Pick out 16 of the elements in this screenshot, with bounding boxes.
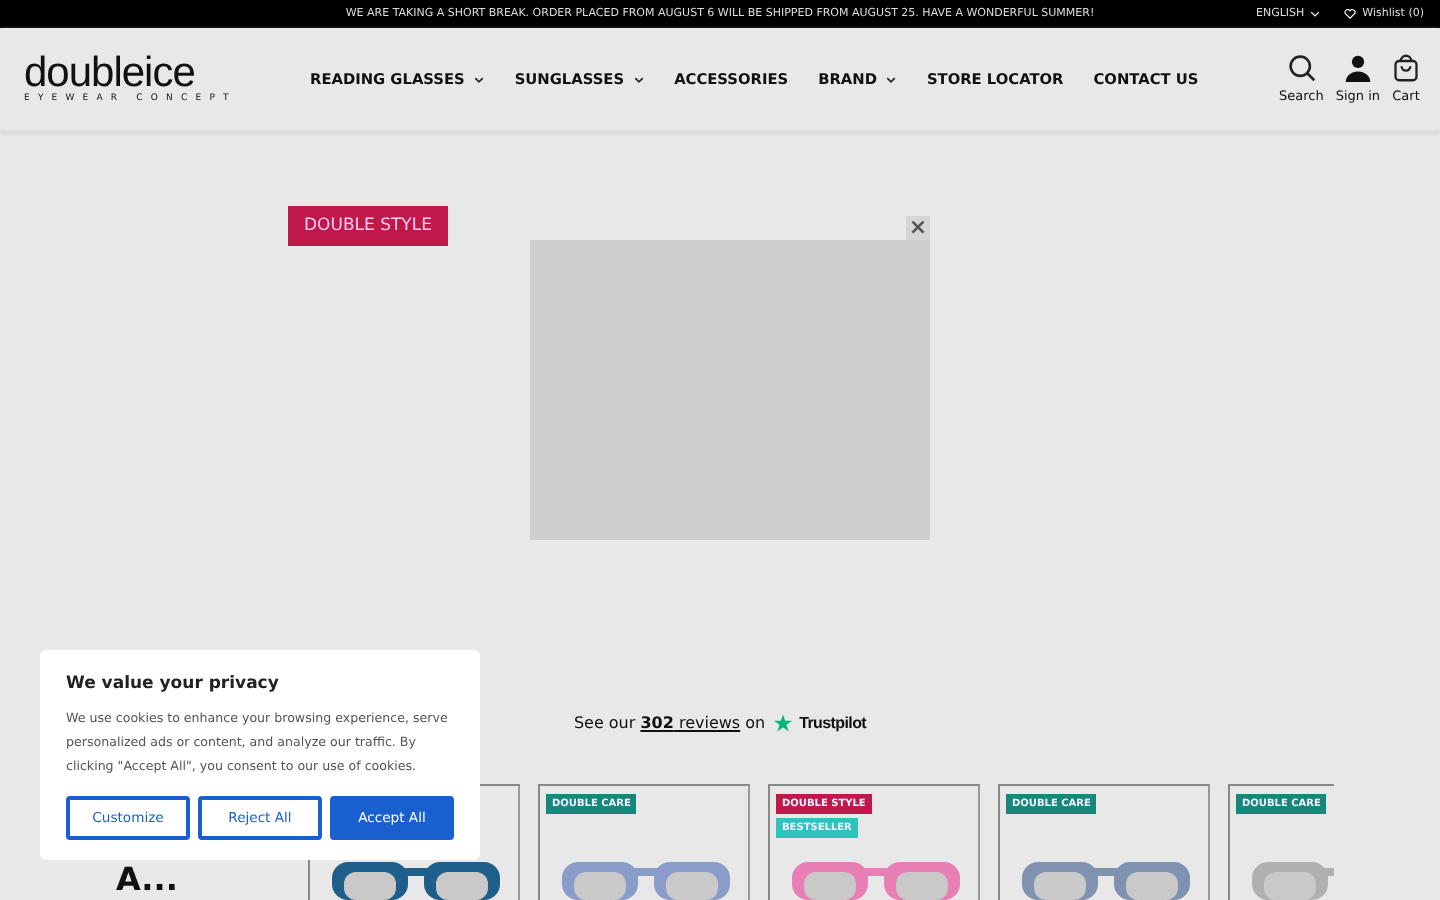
search-icon: [1287, 54, 1316, 82]
chevron-icon: [886, 75, 897, 83]
bag-icon: [1392, 54, 1420, 82]
chevron-icon: [634, 75, 645, 83]
chevron-icon: [474, 75, 485, 83]
promo-badge: DOUBLE STYLE: [288, 206, 448, 246]
trustpilot-logo[interactable]: Trustpilot: [799, 713, 867, 731]
section-heading: A...: [116, 860, 178, 898]
person-icon: [1343, 54, 1372, 82]
chevron-icon: [1310, 10, 1321, 18]
cookie-title: We value your privacy: [66, 674, 281, 694]
star-icon: [773, 713, 792, 731]
close-button[interactable]: ×: [905, 216, 930, 240]
reviews-link[interactable]: 302 reviews: [640, 713, 741, 731]
reviews-text: See our 302 reviews on: [573, 713, 766, 731]
heart-icon: [1344, 8, 1357, 20]
